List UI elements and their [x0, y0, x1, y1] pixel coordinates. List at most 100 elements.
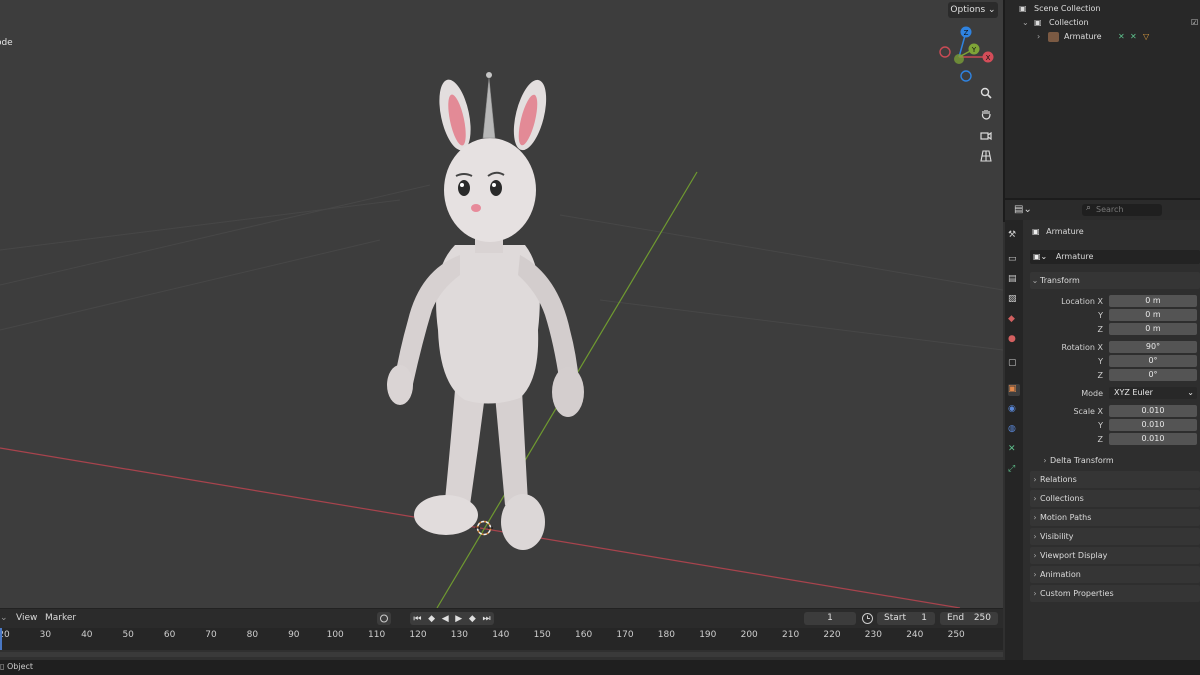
chevron-down-icon: ⌄ [988, 5, 996, 15]
outliner-armature[interactable]: › Armature ✕ ✕ ▽ [1005, 30, 1200, 44]
timeline-tick-label: 210 [782, 630, 800, 640]
armature-data-tab-icon[interactable]: ✕ [1008, 444, 1020, 456]
search-icon: ⌕ [1086, 203, 1092, 213]
scene-collection-icon: ▣ [1019, 4, 1027, 13]
modifier-tab-icon[interactable]: ◉ [1008, 404, 1020, 416]
pose-icon[interactable]: ✕ [1130, 30, 1137, 44]
visibility-panel[interactable]: › Visibility [1030, 528, 1200, 545]
collection-icon: ▣ [1034, 18, 1042, 27]
rotation-z-field[interactable]: 0° [1109, 369, 1197, 381]
rotation-y-field[interactable]: 0° [1109, 355, 1197, 367]
scale-y-field[interactable]: 0.010 [1109, 419, 1197, 431]
navigation-gizmo[interactable]: Z Y X [936, 22, 998, 84]
outliner-scene-collection[interactable]: ▣ Scene Collection [1005, 2, 1200, 16]
checkbox-icon[interactable]: ☑ [1191, 16, 1198, 30]
timeline-track[interactable] [0, 650, 1003, 660]
object-name-field[interactable]: ▣⌄ Armature [1030, 250, 1200, 264]
search-input[interactable]: ⌕ Search [1082, 203, 1162, 216]
chevron-down-icon[interactable]: ⌄ [0, 613, 8, 623]
zoom-icon[interactable] [977, 84, 995, 102]
timeline-scrollbar[interactable] [0, 652, 1003, 657]
options-button[interactable]: Options ⌄ [948, 2, 998, 18]
grid-perspective-icon[interactable] [977, 147, 995, 165]
relations-panel[interactable]: › Relations [1030, 471, 1200, 488]
location-x-field[interactable]: 0 m [1109, 295, 1197, 307]
timeline-tick-label: 110 [368, 630, 386, 640]
pan-hand-icon[interactable] [977, 105, 995, 123]
render-tab-icon[interactable]: ▭ [1008, 254, 1020, 266]
end-frame-field[interactable]: End 250 [940, 612, 998, 625]
delta-transform-subpanel[interactable]: › Delta Transform [1040, 452, 1200, 469]
rotation-x-field[interactable]: 90° [1109, 341, 1197, 353]
current-frame-field[interactable]: 1 [804, 612, 856, 625]
timeline-ruler[interactable]: 20 30 40 50 60 70 80 90 100 110 120 130 140 150 160 170… [0, 628, 1003, 650]
viewport-mode-label: Object Mode [0, 38, 13, 48]
play-icon[interactable]: ▶ [455, 614, 462, 624]
chevron-right-icon: › [1033, 475, 1037, 484]
clock-icon[interactable] [861, 612, 874, 625]
chevron-right-icon: › [1033, 589, 1037, 598]
editor-type-icon[interactable]: ▤⌄ [1014, 204, 1032, 215]
physics-tab-icon[interactable]: ◍ [1008, 424, 1020, 436]
timeline-tick-label: 70 [205, 630, 217, 640]
auto-keying-button[interactable] [377, 612, 391, 625]
armature-icon [1048, 32, 1059, 42]
gizmo-neg-z[interactable] [960, 70, 972, 82]
outliner-collection[interactable]: ⌄ ▣ Collection ☑ [1005, 16, 1200, 30]
timeline-tick-label: 100 [326, 630, 344, 640]
viewport-display-panel[interactable]: › Viewport Display [1030, 547, 1200, 564]
playhead[interactable] [0, 628, 2, 650]
jump-start-icon[interactable]: ⏮ [413, 614, 421, 624]
timeline-tick-label: 250 [947, 630, 965, 640]
location-y-field[interactable]: 0 m [1109, 309, 1197, 321]
object-type-icon[interactable]: ▣⌄ [1033, 252, 1047, 261]
play-reverse-icon[interactable]: ◀ [442, 614, 449, 624]
timeline-marker-menu[interactable]: Marker [45, 613, 76, 623]
scene-tab-icon[interactable]: ◆ [1008, 314, 1020, 326]
location-y-label: Y [1098, 311, 1103, 320]
timeline-tick-label: 180 [657, 630, 675, 640]
rotation-mode-label: Mode [1081, 389, 1103, 398]
playback-controls: ⏮ ◆ ◀ ▶ ◆ ⏭ [410, 612, 494, 625]
world-tab-icon[interactable]: ● [1008, 334, 1020, 346]
tool-tab-icon[interactable]: ⚒ [1008, 230, 1020, 242]
3d-viewport[interactable]: Object Mode Options ⌄ Z Y X [0, 0, 1003, 608]
mouse-icon: ▯ [0, 662, 5, 671]
collections-panel[interactable]: › Collections [1030, 490, 1200, 507]
status-bar: ▯ Object [0, 660, 1200, 675]
prev-keyframe-icon[interactable]: ◆ [428, 614, 435, 624]
object-tab-icon[interactable]: ▣ [1008, 384, 1020, 396]
modifier-icon[interactable]: ▽ [1143, 30, 1149, 44]
jump-end-icon[interactable]: ⏭ [482, 614, 490, 624]
bone-icon[interactable]: ✕ [1118, 30, 1125, 44]
timeline-view-menu[interactable]: View [16, 613, 37, 623]
location-z-field[interactable]: 0 m [1109, 323, 1197, 335]
output-tab-icon[interactable]: ▤ [1008, 274, 1020, 286]
chevron-right-icon[interactable]: › [1037, 30, 1040, 44]
gizmo-neg-x[interactable] [939, 46, 951, 58]
motion-paths-panel[interactable]: › Motion Paths [1030, 509, 1200, 526]
view-layer-tab-icon[interactable]: ▨ [1008, 294, 1020, 306]
timeline-tick-label: 140 [492, 630, 510, 640]
chevron-down-icon[interactable]: ⌄ [1022, 16, 1029, 30]
chevron-right-icon: › [1033, 513, 1037, 522]
chevron-right-icon: › [1043, 456, 1047, 465]
custom-properties-panel[interactable]: › Custom Properties [1030, 585, 1200, 602]
camera-view-icon[interactable] [977, 126, 995, 144]
rotation-x-label: Rotation X [1061, 343, 1103, 352]
scale-x-field[interactable]: 0.010 [1109, 405, 1197, 417]
animation-panel[interactable]: › Animation [1030, 566, 1200, 583]
next-keyframe-icon[interactable]: ◆ [469, 614, 476, 624]
timeline-tick-label: 40 [81, 630, 93, 640]
timeline-tick-label: 80 [246, 630, 259, 640]
start-frame-field[interactable]: Start 1 [877, 612, 935, 625]
collection-tab-icon[interactable]: ▢ [1008, 358, 1020, 370]
properties-panel: ▣ Armature ▣⌄ Armature ⌄ Transform Locati… [1023, 220, 1200, 660]
chevron-right-icon: › [1033, 551, 1037, 560]
svg-text:Z: Z [964, 29, 969, 37]
scale-z-field[interactable]: 0.010 [1109, 433, 1197, 445]
transform-panel-header[interactable]: ⌄ Transform [1030, 272, 1200, 289]
bone-tab-icon[interactable]: ⤢ [1008, 464, 1020, 476]
gizmo-neg-y[interactable] [954, 54, 964, 64]
rotation-mode-dropdown[interactable]: XYZ Euler ⌄ [1109, 387, 1197, 399]
